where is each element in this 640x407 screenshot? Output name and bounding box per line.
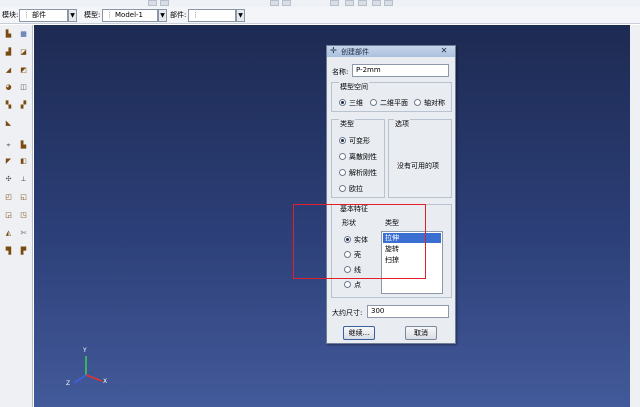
context-bar: 模块: ⋮ 部件 ▼ 模型: ⋮ Model-1 ▼ 部件: ⋮ ▼ [0, 7, 640, 24]
type-option-deformable: 可变形 [349, 137, 370, 145]
datum-axis-icon[interactable]: ▙ [17, 139, 30, 151]
x-axis-line [85, 374, 103, 382]
module-value: 部件 [32, 11, 46, 19]
toolbar-button[interactable] [270, 0, 279, 6]
triad-y-label: Y [83, 347, 87, 354]
toolbar-button[interactable] [282, 0, 291, 6]
modeling-space-group: 模型空间 三维 二维平面 轴对称 [331, 82, 452, 112]
continue-button[interactable]: 继续... [343, 326, 375, 340]
type-option-analytical-rigid: 解析刚性 [349, 169, 377, 177]
space-radio-3d[interactable] [339, 99, 346, 106]
part-dropdown-arrow-icon[interactable]: ▼ [236, 9, 245, 22]
type-option-eulerian: 欧拉 [349, 185, 363, 193]
part-toolbox: ▙ ▦ ▟ ◪ ◢ ◩ ◕ ◫ ▚ ▞ ◣ ⌖ ▙ ◤ ◧ ✣ ⟂ ◰ ◱ ◲ … [0, 25, 33, 407]
options-group-label: 选项 [394, 119, 410, 129]
close-icon[interactable]: ✕ [435, 46, 453, 56]
partition-face-icon[interactable]: ◰ [2, 191, 15, 203]
space-radio-2d[interactable] [370, 99, 377, 106]
assembly-icon[interactable]: ▛ [17, 245, 30, 257]
dialog-title-bar[interactable]: ✛ 创建部件 ✕ [327, 46, 455, 57]
approx-size-label: 大约尺寸: [332, 309, 363, 317]
attach-icon[interactable]: ▜ [2, 245, 15, 257]
edit-feature-icon[interactable]: ◣ [2, 117, 15, 129]
create-part-dialog: ✛ 创建部件 ✕ 名称: P-2mm 模型空间 三维 二维平面 轴对称 类型 可… [326, 45, 456, 344]
cancel-button[interactable]: 取消 [405, 326, 437, 340]
type-radio-analytical-rigid[interactable] [339, 169, 346, 176]
dialog-move-icon: ✛ [330, 46, 337, 55]
create-chamfer-icon[interactable]: ◫ [17, 81, 30, 93]
type-radio-eulerian[interactable] [339, 185, 346, 192]
create-cut-icon[interactable]: ◩ [17, 64, 30, 76]
virtual-topology-icon[interactable]: ◲ [2, 209, 15, 221]
triad-z-label: Z [66, 380, 71, 387]
space-radio-axisymmetric[interactable] [414, 99, 421, 106]
type-group: 类型 可变形 离散刚性 解析刚性 欧拉 [331, 119, 385, 198]
toolbar-button[interactable] [330, 0, 339, 6]
module-dropdown-arrow-icon[interactable]: ▼ [68, 9, 77, 22]
shape-option-point: 点 [354, 281, 361, 289]
create-round-icon[interactable]: ◕ [2, 81, 15, 93]
dialog-title: 创建部件 [341, 48, 369, 56]
partition-cell-icon[interactable]: ◱ [17, 191, 30, 203]
view-triad: Y X Z [62, 347, 112, 391]
space-option-2d: 二维平面 [380, 99, 408, 107]
model-combo-marker: ⋮ [106, 11, 113, 19]
approx-size-input[interactable]: 300 [367, 305, 449, 318]
type-radio-deformable[interactable] [339, 137, 346, 144]
model-dropdown-arrow-icon[interactable]: ▼ [158, 9, 167, 22]
toolbar-button[interactable] [160, 0, 169, 6]
triad-tool-icon[interactable]: ⟂ [17, 173, 30, 185]
module-label: 模块: [2, 11, 19, 19]
part-combo-marker: ⋮ [192, 11, 199, 19]
module-combo-marker: ⋮ [23, 11, 30, 19]
toolbar-button[interactable] [372, 0, 381, 6]
datum-plane-icon[interactable]: ◤ [2, 155, 15, 167]
triad-x-label: X [103, 378, 108, 385]
model-label: 模型: [84, 11, 101, 19]
partition-icon[interactable]: ◧ [17, 155, 30, 167]
part-manager-icon[interactable]: ▦ [17, 28, 30, 40]
module-combo[interactable]: ⋮ 部件 [19, 9, 68, 22]
abaqus-window: 模块: ⋮ 部件 ▼ 模型: ⋮ Model-1 ▼ 部件: ⋮ ▼ ▙ ▦ ▟ ◪… [0, 0, 640, 407]
repair-icon[interactable]: ◳ [17, 209, 30, 221]
toolbar-button[interactable] [148, 0, 157, 6]
toolbar-button[interactable] [345, 0, 354, 6]
part-label: 部件: [170, 11, 187, 19]
toolbar-button[interactable] [358, 0, 367, 6]
part-combo[interactable]: ⋮ [188, 9, 236, 22]
options-group: 选项 没有可用的项 [388, 119, 452, 198]
options-empty-text: 没有可用的项 [397, 162, 439, 170]
mirror-icon[interactable]: ▞ [17, 99, 30, 111]
model-value: Model-1 [115, 11, 143, 19]
create-part-icon[interactable]: ▙ [2, 28, 15, 40]
z-axis-line [73, 374, 87, 384]
viewport-right-edge [630, 25, 640, 407]
datum-csys-icon[interactable]: ✣ [2, 173, 15, 185]
type-radio-discrete-rigid[interactable] [339, 153, 346, 160]
space-option-axisymmetric: 轴对称 [424, 99, 445, 107]
type-option-discrete-rigid: 离散刚性 [349, 153, 377, 161]
datum-point-icon[interactable]: ⌖ [2, 139, 15, 151]
modeling-space-label: 模型空间 [339, 82, 369, 92]
create-fillet-icon[interactable]: ▚ [2, 99, 15, 111]
toolbar-button[interactable] [384, 0, 393, 6]
type-group-label: 类型 [339, 119, 355, 129]
annotation-highlight-box [293, 204, 426, 279]
geometry-edit-icon[interactable]: ◭ [2, 227, 15, 239]
shape-radio-point[interactable] [344, 281, 351, 288]
name-input[interactable]: P-2mm [352, 64, 449, 77]
main-toolbar [0, 0, 640, 7]
name-label: 名称: [332, 68, 349, 76]
create-shell-icon[interactable]: ◪ [17, 46, 30, 58]
query-icon[interactable]: ✄ [17, 227, 30, 239]
model-combo[interactable]: ⋮ Model-1 [102, 9, 158, 22]
create-solid-extrude-icon[interactable]: ▟ [2, 46, 15, 58]
create-wire-icon[interactable]: ◢ [2, 64, 15, 76]
space-option-3d: 三维 [349, 99, 363, 107]
